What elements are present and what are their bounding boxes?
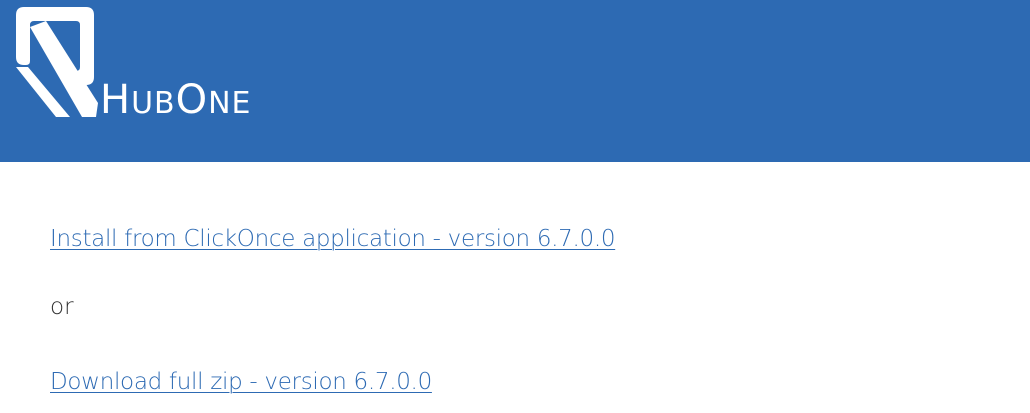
or-separator: or: [50, 294, 74, 320]
page-header: HUBONE: [0, 0, 1030, 162]
logo-letter-h: H: [100, 77, 132, 123]
logo-letter-o: O: [175, 77, 209, 123]
download-zip-link[interactable]: Download full zip - version 6.7.0.0: [50, 369, 432, 395]
logo-letters-ub: UB: [131, 86, 176, 121]
logo-wordmark: HUBONE: [100, 80, 252, 120]
logo-letters-ne: NE: [208, 86, 252, 121]
clickonce-install-link[interactable]: Install from ClickOnce application - ver…: [50, 226, 615, 252]
